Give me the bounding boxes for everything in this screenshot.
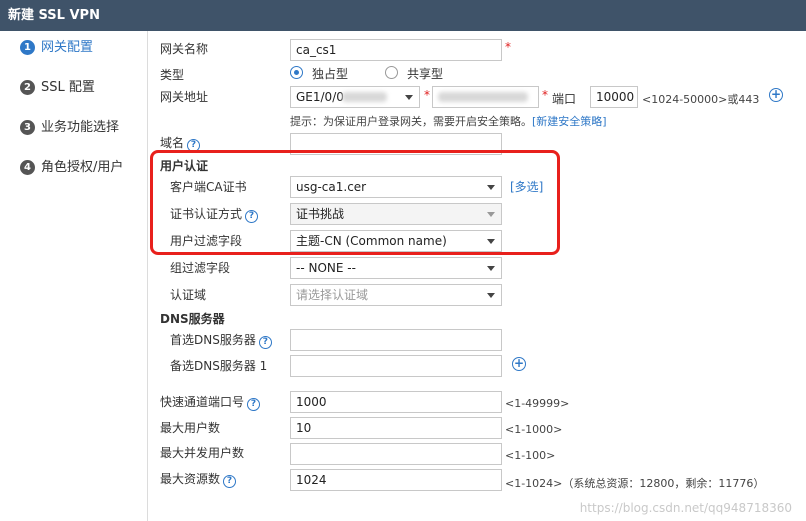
radio-exclusive[interactable] [290, 66, 303, 79]
max-users-label: 最大用户数 [160, 421, 221, 435]
max-concurrent-label: 最大并发用户数 [160, 446, 245, 460]
group-filter-select[interactable]: -- NONE -- [290, 257, 502, 279]
primary-dns-input[interactable] [290, 329, 502, 351]
port-hint: <1024-50000>或443 [642, 93, 760, 106]
step-ssl-config[interactable]: 2 SSL 配置 [20, 78, 95, 98]
port-input[interactable]: 10000 [590, 86, 638, 108]
wizard-sidebar: 1 网关配置 2 SSL 配置 3 业务功能选择 4 角色授权/用户 [0, 31, 148, 521]
auth-domain-placeholder: 请选择认证域 [296, 288, 369, 302]
step-number: 4 [20, 160, 35, 175]
domain-label-text: 域名 [160, 136, 185, 150]
group-filter-value: -- NONE -- [296, 261, 356, 275]
max-resources-hint: <1-1024>（系统总资源：12800，剩余：11776） [505, 477, 765, 490]
max-users-input[interactable]: 10 [290, 417, 502, 439]
required-mark: * [424, 88, 430, 102]
max-resources-label: 最大资源数? [160, 470, 237, 488]
step-number: 1 [20, 40, 35, 55]
help-icon[interactable]: ? [247, 398, 261, 411]
fast-port-label-text: 快速通道端口号 [160, 395, 245, 409]
required-mark: * [505, 40, 511, 54]
step-label: 角色授权/用户 [41, 160, 124, 175]
radio-exclusive-label: 独占型 [312, 67, 349, 81]
primary-dns-label: 首选DNS服务器? [170, 331, 272, 349]
step-number: 2 [20, 80, 35, 95]
group-filter-label: 组过滤字段 [170, 261, 231, 275]
gateway-name-label: 网关名称 [160, 42, 209, 56]
chevron-down-icon [405, 95, 413, 100]
redacted-region [438, 92, 528, 102]
max-concurrent-input[interactable] [290, 443, 502, 465]
fast-port-hint: <1-49999> [505, 397, 570, 410]
watermark-text: https://blog.csdn.net/qq948718360 [579, 501, 792, 515]
annotation-highlight-box [150, 150, 560, 255]
auth-domain-label: 认证域 [170, 288, 207, 302]
tip-text: 提示：为保证用户登录网关，需要开启安全策略。 [290, 115, 532, 128]
type-label: 类型 [160, 68, 185, 82]
dns-title: DNS服务器 [160, 312, 225, 326]
add-dns-button[interactable]: + [512, 357, 526, 371]
secondary-dns-label: 备选DNS服务器 1 [170, 359, 268, 373]
step-label: 业务功能选择 [41, 120, 120, 135]
help-icon[interactable]: ? [258, 336, 272, 349]
fast-port-label: 快速通道端口号? [160, 393, 261, 411]
primary-dns-label-text: 首选DNS服务器 [170, 333, 256, 347]
step-label: SSL 配置 [41, 80, 95, 95]
chevron-down-icon [487, 293, 495, 298]
step-number: 3 [20, 120, 35, 135]
new-security-policy-link[interactable]: [新建安全策略] [532, 115, 607, 128]
max-users-hint: <1-1000> [505, 423, 563, 436]
port-label: 端口 [552, 92, 577, 106]
security-policy-tip: 提示：为保证用户登录网关，需要开启安全策略。[新建安全策略] [290, 113, 607, 129]
window-title: 新建 SSL VPN [0, 0, 806, 31]
radio-shared[interactable] [385, 66, 398, 79]
required-mark: * [542, 88, 548, 102]
step-label: 网关配置 [41, 40, 94, 55]
auth-domain-select[interactable]: 请选择认证域 [290, 284, 502, 306]
step-business-function[interactable]: 3 业务功能选择 [20, 118, 119, 138]
max-resources-input[interactable]: 1024 [290, 469, 502, 491]
max-resources-label-text: 最大资源数 [160, 472, 221, 486]
step-role-auth[interactable]: 4 角色授权/用户 [20, 158, 123, 178]
radio-shared-label: 共享型 [407, 67, 444, 81]
gateway-address-label: 网关地址 [160, 90, 209, 104]
step-gateway-config[interactable]: 1 网关配置 [20, 38, 93, 58]
interface-value: GE1/0/0 [296, 90, 344, 104]
help-icon[interactable]: ? [223, 475, 237, 488]
secondary-dns-input[interactable] [290, 355, 502, 377]
fast-port-input[interactable]: 1000 [290, 391, 502, 413]
add-address-button[interactable]: + [769, 88, 783, 102]
chevron-down-icon [487, 266, 495, 271]
redacted-region [342, 92, 387, 102]
max-concurrent-hint: <1-100> [505, 449, 556, 462]
gateway-name-input[interactable]: ca_cs1 [290, 39, 502, 61]
